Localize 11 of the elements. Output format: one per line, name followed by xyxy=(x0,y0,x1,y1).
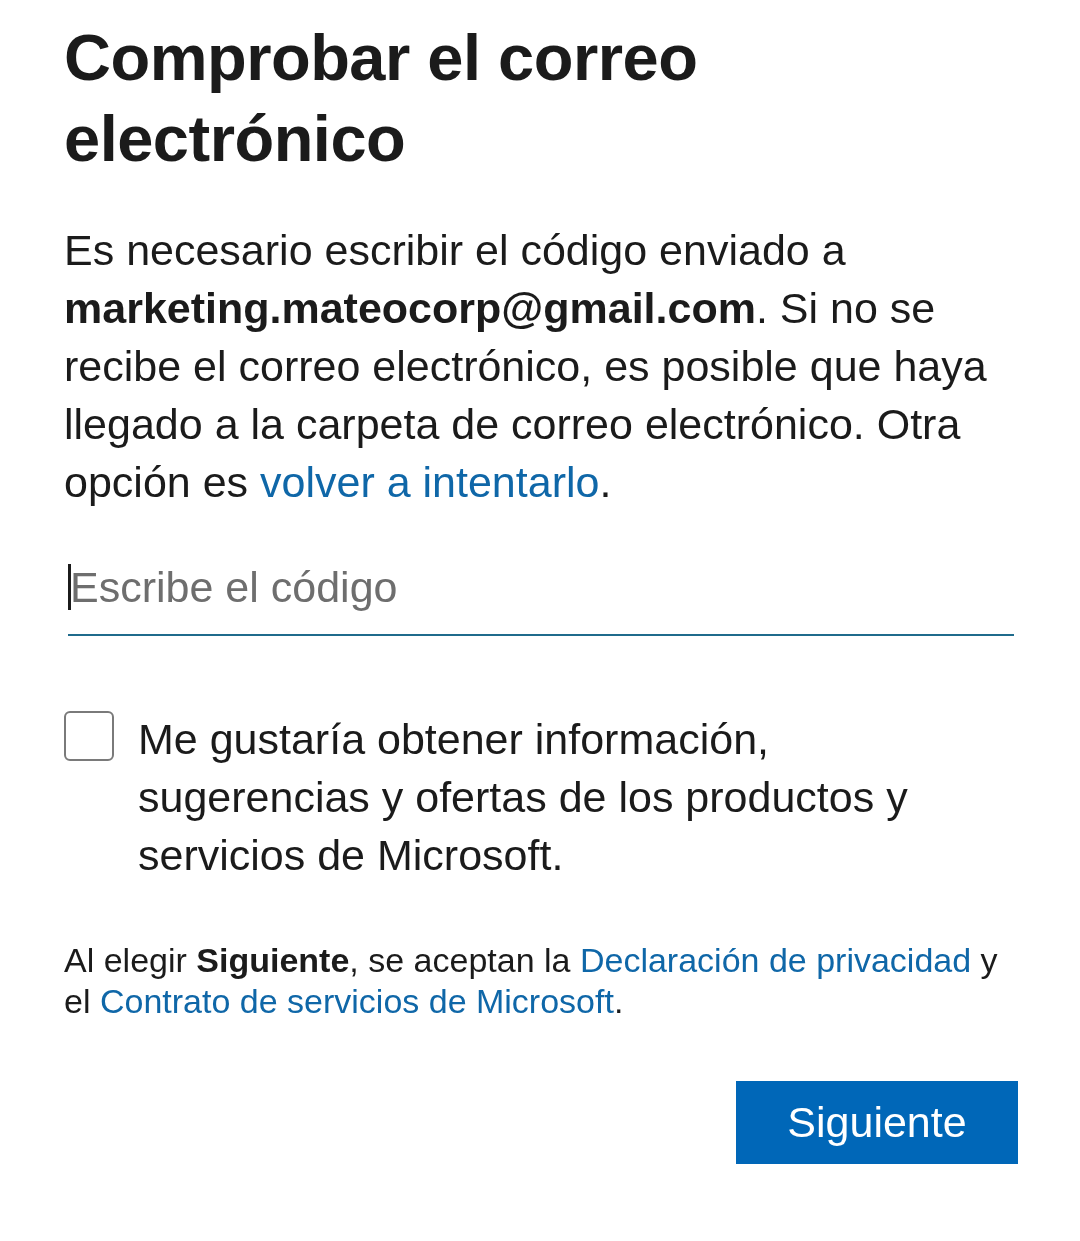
text-cursor-icon xyxy=(68,564,71,610)
legal-link[interactable]: Contrato de servicios de Microsoft xyxy=(99,982,614,1020)
checkbox-label: Me gustaría obtener información, sugerencias y ofertas de los productos y servicios de Microsoft. xyxy=(138,714,909,881)
page-title: Comprobar el correo electrónico xyxy=(64,20,699,177)
retry-link[interactable]: volver a intentarlo xyxy=(260,458,600,506)
legal-notice: Al elegir Siguiente, se aceptan la Declaración de privacidad y el Contrato de servicios de Microsoft. xyxy=(64,940,999,1022)
legal-link[interactable]: Declaración de privacidad xyxy=(579,941,972,979)
checkbox[interactable] xyxy=(64,711,114,761)
next-button[interactable]: Siguiente xyxy=(736,1081,1018,1164)
instruction-paragraph: Es necesario escribir el código enviado a marketing.mateocorp@gmail.com. Si no se recibe el correo electrónico, es posible que haya llegado a la carpeta de correo electrónico. Otra opción es volver a intentarlo. xyxy=(64,225,988,508)
code-input-field[interactable]: Escribe el código xyxy=(68,540,1014,636)
